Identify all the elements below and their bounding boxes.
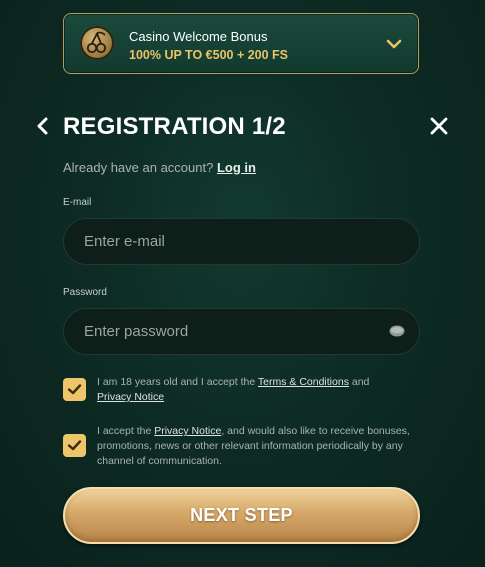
marketing-consent-checkbox[interactable]: [63, 434, 86, 457]
password-input[interactable]: [63, 308, 420, 355]
marketing-consent-text: I accept the Privacy Notice, and would a…: [97, 424, 415, 469]
age-terms-consent-text: I am 18 years old and I accept the Terms…: [97, 375, 415, 405]
bonus-offer: 100% UP TO €500 + 200 FS: [129, 48, 289, 62]
login-prompt: Already have an account? Log in: [63, 160, 256, 175]
chevron-left-icon[interactable]: [36, 117, 50, 135]
terms-link[interactable]: Terms & Conditions: [258, 376, 349, 388]
close-icon[interactable]: [429, 116, 449, 136]
next-step-button[interactable]: NEXT STEP: [63, 487, 420, 544]
consent-text: I accept the: [97, 425, 155, 437]
password-label: Password: [63, 287, 107, 298]
age-terms-checkbox[interactable]: [63, 378, 86, 401]
privacy-notice-link[interactable]: Privacy Notice: [97, 391, 164, 403]
chevron-down-icon[interactable]: [386, 38, 402, 50]
bonus-title: Casino Welcome Bonus: [129, 29, 268, 44]
cherry-icon: [80, 26, 114, 60]
email-label: E-mail: [63, 197, 92, 208]
consent-text: and: [348, 376, 370, 388]
email-input[interactable]: [63, 218, 420, 265]
login-prompt-text: Already have an account?: [63, 160, 214, 175]
welcome-bonus-dropdown[interactable]: Casino Welcome Bonus 100% UP TO €500 + 2…: [63, 13, 419, 74]
login-link[interactable]: Log in: [217, 160, 256, 175]
page-title: REGISTRATION 1/2: [63, 113, 286, 140]
eye-icon[interactable]: [388, 323, 406, 339]
consent-text: I am 18 years old and I accept the: [97, 376, 258, 388]
privacy-notice-link[interactable]: Privacy Notice: [154, 425, 221, 437]
